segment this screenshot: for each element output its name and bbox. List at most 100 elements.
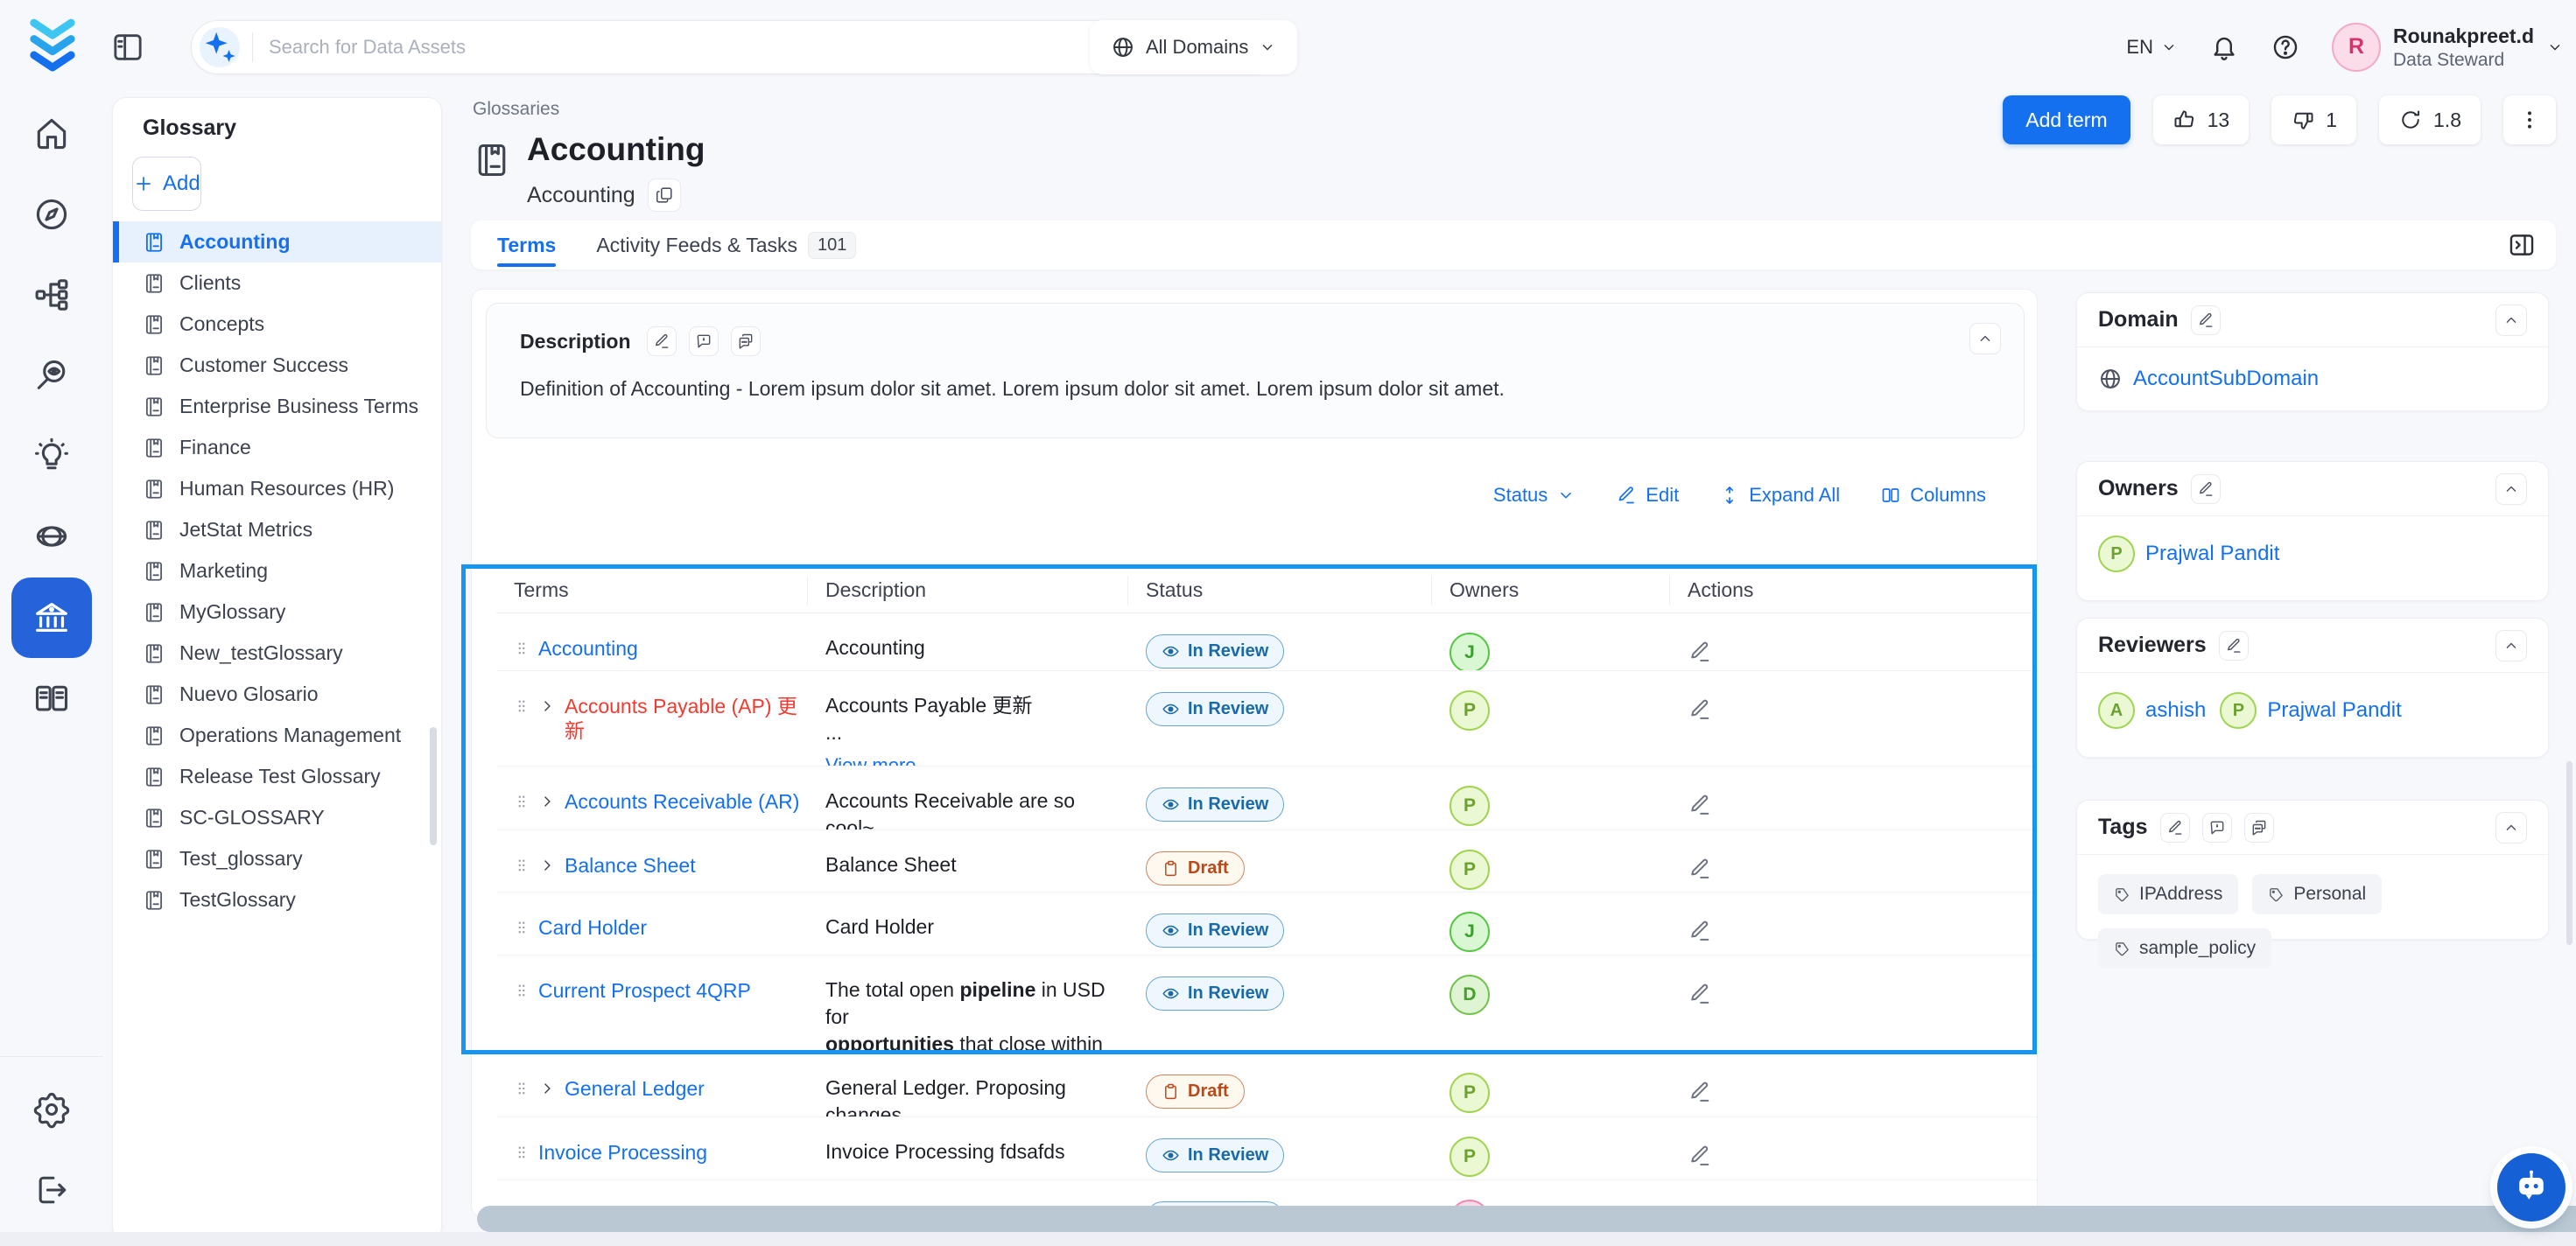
owner-avatar[interactable]: P — [1449, 850, 1490, 890]
notifications-bell-icon[interactable] — [2209, 32, 2239, 62]
owner-avatar[interactable]: P — [1449, 786, 1490, 826]
drag-handle-icon[interactable] — [514, 792, 530, 811]
glossary-item[interactable]: Test_glossary — [113, 838, 441, 879]
expand-row-icon[interactable] — [538, 857, 556, 874]
term-link[interactable]: Accounts Receivable (AR) — [565, 789, 799, 814]
user-link[interactable]: Aashish — [2098, 692, 2206, 729]
glossary-item[interactable]: Customer Success — [113, 345, 441, 386]
chat-assistant-button[interactable] — [2497, 1153, 2565, 1222]
glossary-item[interactable]: TestGlossary — [113, 879, 441, 920]
collapse-panel-icon[interactable] — [2507, 230, 2537, 260]
edit-owners-button[interactable] — [2191, 474, 2221, 504]
term-link[interactable]: Balance Sheet — [565, 853, 696, 878]
edit-term-icon[interactable] — [1688, 697, 1712, 722]
user-link[interactable]: PPrajwal Pandit — [2098, 536, 2279, 572]
owner-avatar[interactable]: P — [1449, 690, 1490, 731]
collapse-reviewers-button[interactable] — [2495, 630, 2527, 662]
domain-link[interactable]: AccountSubDomain — [2098, 367, 2319, 391]
upvote-button[interactable]: 13 — [2153, 95, 2250, 144]
copy-name-button[interactable] — [648, 178, 681, 212]
tab-activity-feeds-tasks[interactable]: Activity Feeds & Tasks101 — [596, 220, 856, 270]
rail-item-domains[interactable] — [0, 496, 103, 577]
edit-domain-button[interactable] — [2191, 305, 2221, 335]
all-domains-dropdown[interactable]: All Domains — [1090, 20, 1297, 74]
language-dropdown[interactable]: EN — [2126, 36, 2178, 59]
collapse-tags-button[interactable] — [2495, 812, 2527, 844]
edit-term-icon[interactable] — [1688, 1144, 1712, 1168]
edit-term-icon[interactable] — [1688, 982, 1712, 1006]
right-panel-scrollbar[interactable] — [2566, 761, 2572, 945]
owner-avatar[interactable]: J — [1449, 912, 1490, 952]
edit-term-icon[interactable] — [1688, 919, 1712, 943]
owner-avatar[interactable]: J — [1449, 633, 1490, 671]
glossary-item[interactable]: New_testGlossary — [113, 633, 441, 674]
edit-button[interactable]: Edit — [1616, 484, 1679, 507]
horizontal-scrollbar[interactable] — [477, 1206, 2576, 1232]
drag-handle-icon[interactable] — [514, 856, 530, 875]
owner-avatar[interactable]: D — [1449, 975, 1490, 1015]
edit-term-icon[interactable] — [1688, 857, 1712, 881]
edit-reviewers-button[interactable] — [2219, 631, 2249, 661]
rail-item-observability[interactable] — [0, 335, 103, 416]
drag-handle-icon[interactable] — [514, 1079, 530, 1098]
rail-item-lineage[interactable] — [0, 255, 103, 335]
glossary-scrollbar[interactable] — [430, 727, 437, 845]
app-logo-icon[interactable] — [23, 14, 82, 79]
rail-item-explore[interactable] — [0, 174, 103, 255]
edit-term-icon[interactable] — [1688, 640, 1712, 664]
tag-chip[interactable]: sample_policy — [2098, 928, 2271, 969]
glossary-item[interactable]: Enterprise Business Terms — [113, 386, 441, 427]
glossary-item[interactable]: MyGlossary — [113, 592, 441, 633]
rail-item-knowledge-center[interactable] — [0, 659, 103, 739]
glossary-item[interactable]: Nuevo Glosario — [113, 674, 441, 715]
user-link[interactable]: PPrajwal Pandit — [2220, 692, 2401, 729]
edit-description-button[interactable] — [647, 326, 677, 356]
sidebar-toggle-icon[interactable] — [110, 30, 145, 65]
expand-all-button[interactable]: Expand All — [1719, 484, 1840, 507]
columns-button[interactable]: Columns — [1880, 484, 1986, 507]
version-button[interactable]: 1.8 — [2379, 95, 2481, 144]
glossary-item[interactable]: Finance — [113, 427, 441, 468]
ai-sparkle-icon[interactable] — [200, 27, 240, 67]
expand-row-icon[interactable] — [538, 793, 556, 810]
help-icon[interactable] — [2271, 32, 2300, 62]
glossary-item[interactable]: Operations Management — [113, 715, 441, 756]
rail-item-home[interactable] — [0, 94, 103, 174]
collapse-description-button[interactable] — [1969, 323, 2001, 354]
owner-avatar[interactable]: P — [1449, 1137, 1490, 1177]
downvote-button[interactable]: 1 — [2271, 95, 2356, 144]
add-glossary-button[interactable]: Add — [132, 157, 201, 211]
user-menu[interactable]: R Rounakpreet.d Data Steward — [2332, 23, 2564, 72]
drag-handle-icon[interactable] — [514, 981, 530, 1000]
edit-term-icon[interactable] — [1688, 793, 1712, 817]
glossary-item[interactable]: SC-GLOSSARY — [113, 797, 441, 838]
owner-avatar[interactable]: P — [1449, 1073, 1490, 1113]
search-input[interactable]: Search for Data Assets — [269, 36, 1145, 59]
drag-handle-icon[interactable] — [514, 918, 530, 937]
task-tags-button[interactable] — [2244, 813, 2274, 843]
term-link[interactable]: Card Holder — [538, 915, 647, 940]
glossary-item[interactable]: Clients — [113, 262, 441, 304]
edit-tags-button[interactable] — [2160, 813, 2190, 843]
glossary-item[interactable]: Concepts — [113, 304, 441, 345]
rail-item-settings[interactable] — [0, 1069, 103, 1150]
term-link[interactable]: General Ledger — [565, 1076, 705, 1101]
glossary-item[interactable]: Human Resources (HR) — [113, 468, 441, 509]
add-term-button[interactable]: Add term — [2003, 95, 2130, 144]
glossary-item[interactable]: Release Test Glossary — [113, 756, 441, 797]
tag-chip[interactable]: Personal — [2252, 874, 2382, 914]
glossary-item[interactable]: Accounting — [113, 221, 441, 262]
term-link[interactable]: Current Prospect 4QRP — [538, 978, 751, 1003]
comment-description-button[interactable] — [689, 326, 719, 356]
rail-item-logout[interactable] — [0, 1150, 103, 1230]
drag-handle-icon[interactable] — [514, 696, 530, 716]
glossary-item[interactable]: Marketing — [113, 550, 441, 592]
term-link[interactable]: Accounts Payable (AP) 更新 — [565, 694, 808, 743]
task-description-button[interactable] — [731, 326, 761, 356]
drag-handle-icon[interactable] — [514, 639, 530, 658]
breadcrumb[interactable]: Glossaries — [473, 99, 559, 120]
tab-terms[interactable]: Terms — [497, 220, 556, 270]
collapse-owners-button[interactable] — [2495, 473, 2527, 505]
collapse-domain-button[interactable] — [2495, 304, 2527, 336]
term-link[interactable]: Accounting — [538, 636, 638, 661]
